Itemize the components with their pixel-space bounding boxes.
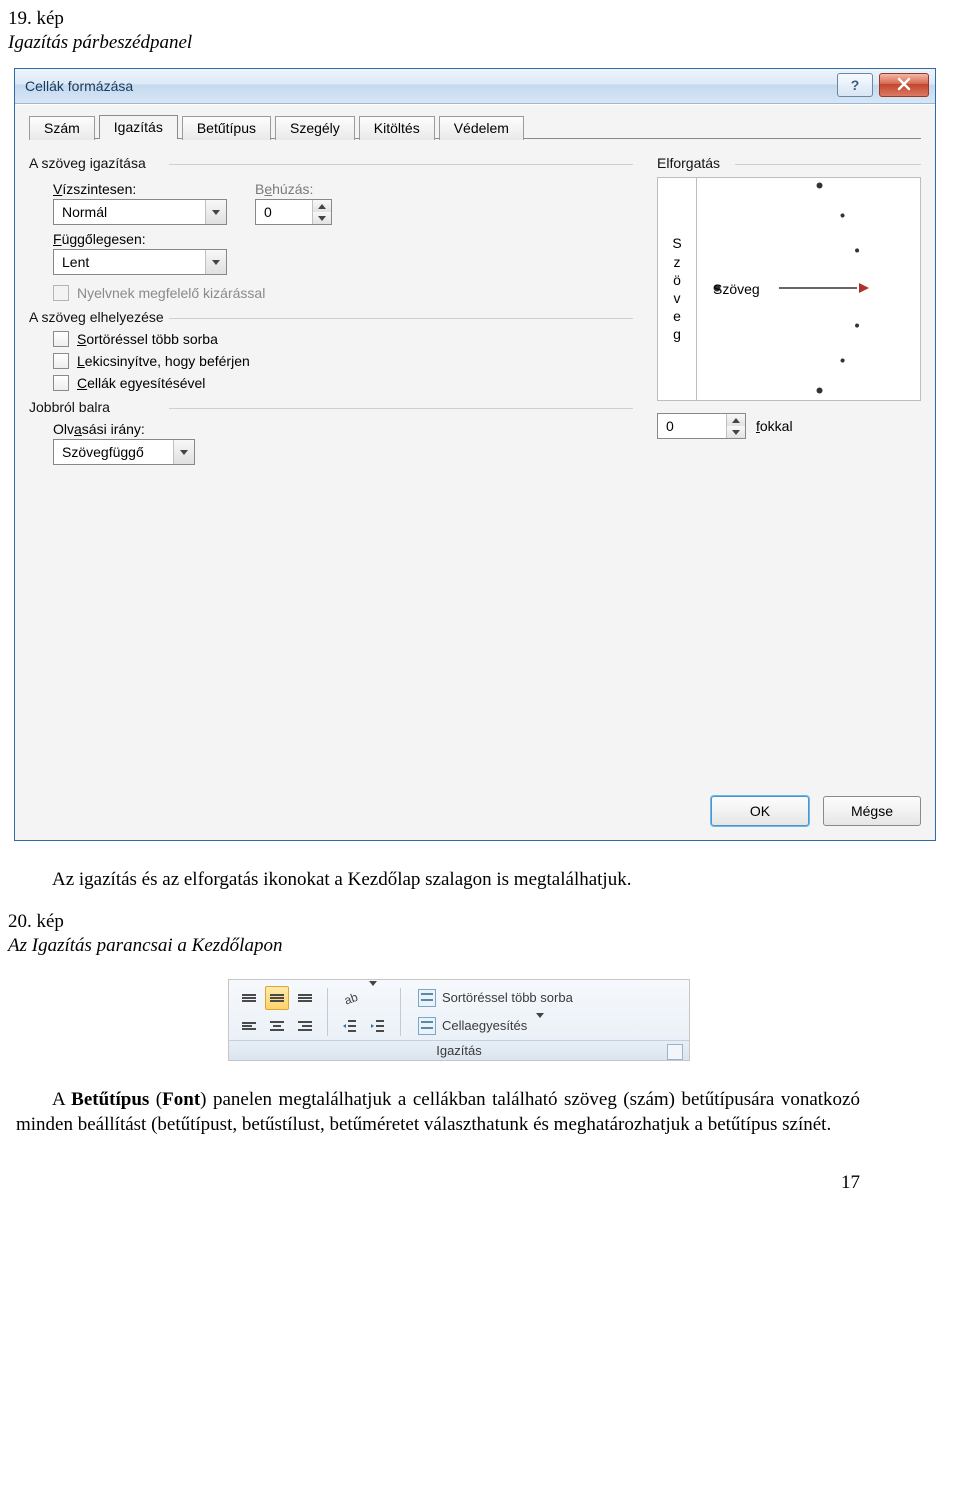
align-top-button[interactable] xyxy=(237,986,261,1010)
chevron-down-icon xyxy=(536,1018,544,1033)
tab-protection[interactable]: Védelem xyxy=(439,116,524,140)
titlebar[interactable]: Cellák formázása ? xyxy=(15,69,935,104)
orientation-handle-icon xyxy=(859,283,869,293)
figure20-caption: Az Igazítás parancsai a Kezdőlapon xyxy=(8,935,910,957)
figure19-caption: Igazítás párbeszédpanel xyxy=(8,32,910,54)
orientation-button[interactable]: ab xyxy=(338,986,362,1010)
combo-vertical[interactable]: Lent xyxy=(53,249,227,275)
label-horizontal: Vízszintesen: xyxy=(53,181,227,197)
orientation-widget[interactable]: Szöveg xyxy=(657,177,921,401)
caret-down-icon[interactable] xyxy=(313,212,331,224)
increase-indent-button[interactable] xyxy=(366,1014,390,1038)
format-cells-dialog: Cellák formázása ? Szám Igazítás Betűtíp… xyxy=(14,68,936,841)
chevron-down-icon[interactable] xyxy=(369,986,377,1010)
checkbox-icon xyxy=(53,353,69,369)
align-center-button[interactable] xyxy=(265,1014,289,1038)
wrap-text-icon xyxy=(418,989,436,1007)
combo-vertical-value: Lent xyxy=(54,254,205,270)
chevron-down-icon xyxy=(205,200,226,224)
tab-fill[interactable]: Kitöltés xyxy=(359,116,435,140)
close-icon xyxy=(897,77,911,94)
ok-button[interactable]: OK xyxy=(711,796,809,826)
page-number: 17 xyxy=(8,1172,860,1194)
align-middle-button[interactable] xyxy=(265,986,289,1010)
label-reading-dir: Olvasási irány: xyxy=(53,421,633,437)
figure20-number: 20. kép xyxy=(8,911,910,933)
spinner-indent-value: 0 xyxy=(256,200,312,224)
figure19-number: 19. kép xyxy=(8,8,910,30)
group-rtl: Jobbról balra xyxy=(29,399,633,415)
align-bottom-button[interactable] xyxy=(293,986,317,1010)
combo-reading-dir-value: Szövegfüggő xyxy=(54,444,173,460)
checkbox-icon xyxy=(53,375,69,391)
group-text-placement: A szöveg elhelyezése xyxy=(29,309,633,325)
ribbon-group-caption: Igazítás xyxy=(229,1040,689,1060)
cancel-button[interactable]: Mégse xyxy=(823,796,921,826)
checkbox-icon xyxy=(53,331,69,347)
tab-border[interactable]: Szegély xyxy=(275,116,355,140)
caret-down-icon[interactable] xyxy=(727,426,745,438)
chevron-down-icon xyxy=(205,250,226,274)
ribbon-alignment-group: ab Sortöréssel több sorba xyxy=(228,979,690,1061)
label-vertical: Függőlegesen: xyxy=(53,231,633,247)
help-button[interactable]: ? xyxy=(837,73,873,97)
checkbox-merge[interactable]: Cellák egyesítésével xyxy=(53,375,633,391)
checkbox-wrap[interactable]: Sortöréssel több sorba xyxy=(53,331,633,347)
spinner-indent[interactable]: 0 xyxy=(255,199,332,225)
close-button[interactable] xyxy=(879,73,929,97)
svg-text:ab: ab xyxy=(342,990,358,1006)
checkbox-lang-justify: Nyelvnek megfelelő kizárással xyxy=(53,285,633,301)
orientation-dial[interactable]: Szöveg xyxy=(697,178,920,400)
tabstrip: Szám Igazítás Betűtípus Szegély Kitöltés… xyxy=(29,115,921,139)
tab-alignment[interactable]: Igazítás xyxy=(99,115,178,139)
label-degrees-unit: fokkal xyxy=(756,418,793,434)
spinner-degrees-value: 0 xyxy=(658,414,726,438)
dialog-title: Cellák formázása xyxy=(15,78,133,94)
wrap-text-button[interactable]: Sortöréssel több sorba xyxy=(411,986,681,1010)
help-icon: ? xyxy=(851,77,860,93)
align-right-button[interactable] xyxy=(293,1014,317,1038)
combo-horizontal-value: Normál xyxy=(54,204,205,220)
vertical-text-label: Szöveg xyxy=(672,234,681,343)
combo-horizontal[interactable]: Normál xyxy=(53,199,227,225)
merge-cells-icon xyxy=(418,1017,436,1035)
caret-up-icon[interactable] xyxy=(313,200,331,212)
decrease-indent-button[interactable] xyxy=(338,1014,362,1038)
caret-up-icon[interactable] xyxy=(727,414,745,426)
checkbox-shrink[interactable]: Lekicsinyítve, hogy beférjen xyxy=(53,353,633,369)
paragraph-font-panel: A Betűtípus (Font) panelen megtalálhatju… xyxy=(16,1087,860,1138)
label-indent: Behúzás: xyxy=(255,181,332,197)
merge-cells-button[interactable]: Cellaegyesítés xyxy=(411,1014,681,1038)
paragraph-ribbon-note: Az igazítás és az elforgatás ikonokat a … xyxy=(16,867,860,893)
spinner-degrees[interactable]: 0 xyxy=(657,413,746,439)
orientation-text-label: Szöveg xyxy=(713,281,760,297)
checkbox-icon xyxy=(53,285,69,301)
group-orientation: Elforgatás xyxy=(657,155,921,171)
dialog-launcher-button[interactable] xyxy=(667,1044,683,1060)
combo-reading-dir[interactable]: Szövegfüggő xyxy=(53,439,195,465)
tab-number[interactable]: Szám xyxy=(29,116,95,140)
group-text-alignment: A szöveg igazítása xyxy=(29,155,633,171)
orientation-vertical-button[interactable]: Szöveg xyxy=(658,178,697,400)
tab-font[interactable]: Betűtípus xyxy=(182,116,271,140)
chevron-down-icon xyxy=(173,440,194,464)
align-left-button[interactable] xyxy=(237,1014,261,1038)
